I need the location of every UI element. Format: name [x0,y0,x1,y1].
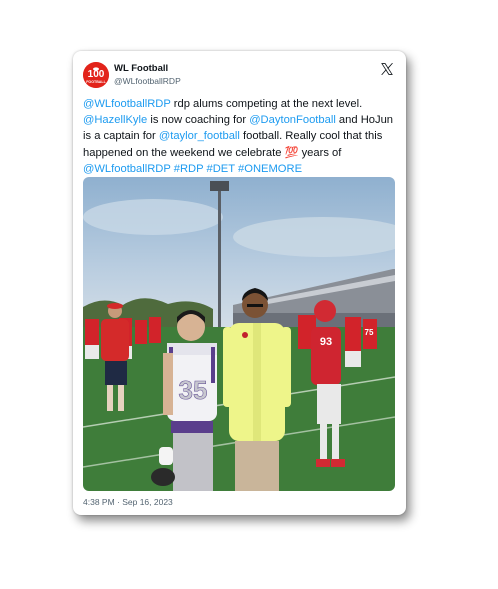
wl-football-100-logo-icon: 100 FOOTBALL [83,62,109,88]
tweet-text-segment: rdp alums competing at the next level. [170,98,363,110]
hashtag-link[interactable]: #DET [207,163,235,175]
tweet-text-segment: 💯 [284,146,299,159]
right-player-jersey-number: 93 [320,336,332,348]
tweet-text-segment: years of [298,146,342,159]
author-handle[interactable]: @WLfootballRDP [114,76,181,86]
avatar-logo-number: 100 [88,69,105,80]
timestamp[interactable]: 4:38 PM · Sep 16, 2023 [83,497,173,507]
left-player-jersey-number: 35 [179,375,208,405]
mention-link[interactable]: @taylor_football [159,130,240,142]
tweet-card: 100 FOOTBALL WL Football @WLfootballRDP … [73,51,406,515]
mention-link[interactable]: @WLfootballRDP [83,163,171,175]
hashtag-link[interactable]: #RDP [174,163,204,175]
mention-link[interactable]: @WLfootballRDP [83,98,171,110]
author-name[interactable]: WL Football [114,63,168,74]
mention-link[interactable]: @DaytonFootball [249,114,336,126]
avatar-logo-word: FOOTBALL [86,80,106,84]
tweet-text: @WLfootballRDP rdp alums competing at th… [83,96,399,177]
avatar[interactable]: 100 FOOTBALL [83,62,109,88]
tweet-photo[interactable]: 95 75 93 35 [83,177,395,491]
far-right-jersey-number: 75 [365,328,374,337]
x-logo-icon[interactable] [380,62,394,76]
mention-link[interactable]: @HazellKyle [83,114,147,126]
tweet-text-segment: is now coaching for [147,114,250,127]
hashtag-link[interactable]: #ONEMORE [238,163,302,175]
